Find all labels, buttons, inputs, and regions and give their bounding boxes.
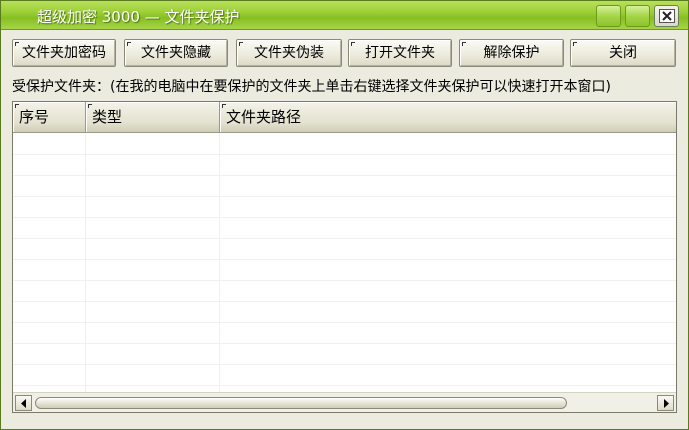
close-icon xyxy=(659,9,675,23)
column-header-path[interactable]: 文件夹路径 xyxy=(220,102,676,132)
title-bar[interactable]: 超级加密 3000 — 文件夹保护 xyxy=(1,1,688,30)
open-folder-button[interactable]: 打开文件夹 xyxy=(348,39,452,67)
row-gridline xyxy=(13,238,676,239)
protected-folder-list[interactable]: 序号 类型 文件夹路径 xyxy=(12,101,677,413)
row-gridline xyxy=(13,364,676,365)
row-gridline xyxy=(13,343,676,344)
column-header-index[interactable]: 序号 xyxy=(13,102,86,132)
disguise-folder-button[interactable]: 文件夹伪装 xyxy=(236,39,342,67)
scroll-right-button[interactable] xyxy=(657,395,674,411)
remove-protection-button[interactable]: 解除保护 xyxy=(459,39,564,67)
maximize-button[interactable] xyxy=(625,5,650,27)
hide-folder-button[interactable]: 文件夹隐藏 xyxy=(124,39,228,67)
column-divider xyxy=(85,133,86,393)
row-gridline xyxy=(13,301,676,302)
encrypt-folder-button[interactable]: 文件夹加密码 xyxy=(12,39,116,67)
close-window-button[interactable] xyxy=(654,5,679,27)
scroll-left-button[interactable] xyxy=(15,395,32,411)
protected-folders-hint: 受保护文件夹：(在我的电脑中在要保护的文件夹上单击右键选择文件夹保护可以快速打开… xyxy=(12,79,611,95)
window-title: 超级加密 3000 — 文件夹保护 xyxy=(37,8,240,26)
close-button[interactable]: 关闭 xyxy=(570,39,676,67)
row-gridline xyxy=(13,154,676,155)
row-gridline xyxy=(13,259,676,260)
row-gridline xyxy=(13,322,676,323)
horizontal-scrollbar[interactable] xyxy=(13,392,676,412)
app-window: 超级加密 3000 — 文件夹保护 文件夹加密码 文件夹隐藏 文件夹伪装 打开文… xyxy=(0,0,689,430)
arrow-left-icon xyxy=(21,399,26,408)
minimize-button[interactable] xyxy=(596,5,621,27)
column-divider xyxy=(219,133,220,393)
row-gridline xyxy=(13,217,676,218)
scrollbar-thumb[interactable] xyxy=(35,397,567,409)
arrow-right-icon xyxy=(664,399,669,408)
row-gridline xyxy=(13,280,676,281)
row-gridline xyxy=(13,196,676,197)
column-header-type[interactable]: 类型 xyxy=(86,102,220,132)
list-rows xyxy=(13,133,676,393)
list-header: 序号 类型 文件夹路径 xyxy=(13,102,676,133)
row-gridline xyxy=(13,385,676,386)
row-gridline xyxy=(13,175,676,176)
